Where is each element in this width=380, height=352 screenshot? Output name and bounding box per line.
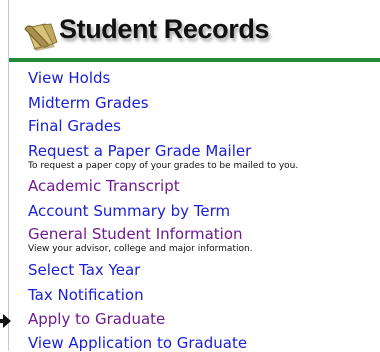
- link-item-general-student-info: General Student Information View your ad…: [28, 225, 253, 255]
- paper-grade-mailer-description: To request a paper copy of your grades t…: [28, 161, 299, 171]
- midterm-grades-link[interactable]: Midterm Grades: [28, 94, 149, 112]
- link-item-view-holds: View Holds: [28, 69, 110, 87]
- general-student-information-link[interactable]: General Student Information: [28, 225, 253, 243]
- final-grades-link[interactable]: Final Grades: [28, 117, 121, 135]
- link-item-apply-to-graduate: Apply to Graduate: [28, 310, 165, 328]
- account-summary-link[interactable]: Account Summary by Term: [28, 202, 230, 220]
- general-student-information-description: View your advisor, college and major inf…: [28, 244, 253, 254]
- arrow-pointer-icon: [0, 314, 11, 328]
- link-item-midterm-grades: Midterm Grades: [28, 94, 149, 112]
- header-divider: [9, 58, 380, 62]
- link-item-final-grades: Final Grades: [28, 117, 121, 135]
- paper-grade-mailer-link[interactable]: Request a Paper Grade Mailer: [28, 142, 298, 160]
- view-application-to-graduate-link[interactable]: View Application to Graduate: [28, 334, 247, 352]
- link-item-paper-grade-mailer: Request a Paper Grade Mailer To request …: [28, 142, 298, 172]
- select-tax-year-link[interactable]: Select Tax Year: [28, 261, 140, 279]
- view-holds-link[interactable]: View Holds: [28, 69, 110, 87]
- link-item-academic-transcript: Academic Transcript: [28, 177, 180, 195]
- link-item-view-application: View Application to Graduate: [28, 334, 247, 352]
- link-item-tax-notification: Tax Notification: [28, 286, 144, 304]
- scroll-icon: [24, 23, 58, 51]
- link-item-select-tax-year: Select Tax Year: [28, 261, 140, 279]
- academic-transcript-link[interactable]: Academic Transcript: [28, 177, 180, 195]
- section-header: Student Records: [9, 0, 380, 62]
- apply-to-graduate-link[interactable]: Apply to Graduate: [28, 310, 165, 328]
- link-item-account-summary: Account Summary by Term: [28, 202, 230, 220]
- tax-notification-link[interactable]: Tax Notification: [28, 286, 144, 304]
- student-records-panel: Student Records View Holds Midterm Grade…: [8, 0, 380, 352]
- page-title: Student Records: [59, 14, 270, 44]
